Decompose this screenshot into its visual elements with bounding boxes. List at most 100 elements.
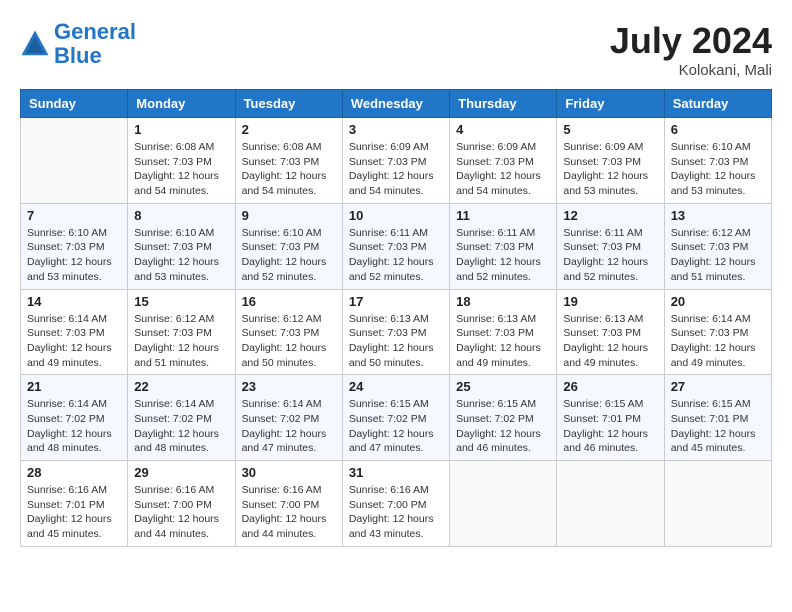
day-number: 16 [242,294,336,309]
calendar-cell [557,461,664,547]
day-number: 28 [27,465,121,480]
calendar-cell: 6 Sunrise: 6:10 AM Sunset: 7:03 PM Daylig… [664,118,771,204]
day-number: 27 [671,379,765,394]
calendar-cell: 10 Sunrise: 6:11 AM Sunset: 7:03 PM Dayli… [342,203,449,289]
day-info: Sunrise: 6:10 AM Sunset: 7:03 PM Dayligh… [134,226,228,285]
day-info: Sunrise: 6:09 AM Sunset: 7:03 PM Dayligh… [349,140,443,199]
location: Kolokani, Mali [610,62,772,79]
day-info: Sunrise: 6:12 AM Sunset: 7:03 PM Dayligh… [134,312,228,371]
day-number: 23 [242,379,336,394]
day-number: 31 [349,465,443,480]
calendar-table: SundayMondayTuesdayWednesdayThursdayFrid… [20,89,772,547]
day-info: Sunrise: 6:11 AM Sunset: 7:03 PM Dayligh… [349,226,443,285]
day-info: Sunrise: 6:13 AM Sunset: 7:03 PM Dayligh… [456,312,550,371]
day-info: Sunrise: 6:11 AM Sunset: 7:03 PM Dayligh… [456,226,550,285]
day-number: 15 [134,294,228,309]
calendar-cell [664,461,771,547]
day-number: 26 [563,379,657,394]
day-number: 29 [134,465,228,480]
calendar-cell [450,461,557,547]
calendar-cell: 7 Sunrise: 6:10 AM Sunset: 7:03 PM Daylig… [21,203,128,289]
calendar-cell: 23 Sunrise: 6:14 AM Sunset: 7:02 PM Dayli… [235,375,342,461]
calendar-week-5: 28 Sunrise: 6:16 AM Sunset: 7:01 PM Dayli… [21,461,772,547]
header-cell-saturday: Saturday [664,90,771,118]
calendar-cell: 16Sunrise: 6:12 AM Sunset: 7:03 PM Dayli… [235,289,342,375]
calendar-cell: 20 Sunrise: 6:14 AM Sunset: 7:03 PM Dayli… [664,289,771,375]
calendar-cell: 30Sunrise: 6:16 AM Sunset: 7:00 PM Dayli… [235,461,342,547]
day-info: Sunrise: 6:11 AM Sunset: 7:03 PM Dayligh… [563,226,657,285]
day-number: 1 [134,122,228,137]
calendar-cell: 11Sunrise: 6:11 AM Sunset: 7:03 PM Dayli… [450,203,557,289]
day-number: 25 [456,379,550,394]
day-number: 8 [134,208,228,223]
day-info: Sunrise: 6:12 AM Sunset: 7:03 PM Dayligh… [671,226,765,285]
logo: General Blue [20,20,136,68]
day-info: Sunrise: 6:08 AM Sunset: 7:03 PM Dayligh… [242,140,336,199]
day-info: Sunrise: 6:08 AM Sunset: 7:03 PM Dayligh… [134,140,228,199]
day-number: 12 [563,208,657,223]
calendar-cell: 12 Sunrise: 6:11 AM Sunset: 7:03 PM Dayli… [557,203,664,289]
day-info: Sunrise: 6:13 AM Sunset: 7:03 PM Dayligh… [563,312,657,371]
logo-icon [20,29,50,59]
calendar-cell: 25 Sunrise: 6:15 AM Sunset: 7:02 PM Dayli… [450,375,557,461]
day-number: 2 [242,122,336,137]
day-number: 13 [671,208,765,223]
header-cell-wednesday: Wednesday [342,90,449,118]
day-info: Sunrise: 6:14 AM Sunset: 7:02 PM Dayligh… [242,397,336,456]
day-number: 17 [349,294,443,309]
calendar-cell: 5 Sunrise: 6:09 AM Sunset: 7:03 PM Daylig… [557,118,664,204]
calendar-cell: 26 Sunrise: 6:15 AM Sunset: 7:01 PM Dayli… [557,375,664,461]
day-info: Sunrise: 6:10 AM Sunset: 7:03 PM Dayligh… [242,226,336,285]
calendar-week-4: 21 Sunrise: 6:14 AM Sunset: 7:02 PM Dayli… [21,375,772,461]
day-info: Sunrise: 6:16 AM Sunset: 7:01 PM Dayligh… [27,483,121,542]
day-number: 18 [456,294,550,309]
header-cell-thursday: Thursday [450,90,557,118]
calendar-week-3: 14 Sunrise: 6:14 AM Sunset: 7:03 PM Dayli… [21,289,772,375]
calendar-cell: 21 Sunrise: 6:14 AM Sunset: 7:02 PM Dayli… [21,375,128,461]
calendar-cell: 1 Sunrise: 6:08 AM Sunset: 7:03 PM Daylig… [128,118,235,204]
day-info: Sunrise: 6:15 AM Sunset: 7:01 PM Dayligh… [563,397,657,456]
day-info: Sunrise: 6:16 AM Sunset: 7:00 PM Dayligh… [349,483,443,542]
day-number: 10 [349,208,443,223]
calendar-cell: 27Sunrise: 6:15 AM Sunset: 7:01 PM Dayli… [664,375,771,461]
calendar-week-2: 7 Sunrise: 6:10 AM Sunset: 7:03 PM Daylig… [21,203,772,289]
logo-text: General Blue [54,20,136,68]
calendar-cell: 22Sunrise: 6:14 AM Sunset: 7:02 PM Dayli… [128,375,235,461]
calendar-cell: 4Sunrise: 6:09 AM Sunset: 7:03 PM Daylig… [450,118,557,204]
header-cell-sunday: Sunday [21,90,128,118]
header-cell-tuesday: Tuesday [235,90,342,118]
day-number: 3 [349,122,443,137]
day-info: Sunrise: 6:15 AM Sunset: 7:02 PM Dayligh… [456,397,550,456]
month-title: July 2024 [610,20,772,62]
day-info: Sunrise: 6:13 AM Sunset: 7:03 PM Dayligh… [349,312,443,371]
calendar-cell: 14 Sunrise: 6:14 AM Sunset: 7:03 PM Dayli… [21,289,128,375]
calendar-cell: 24 Sunrise: 6:15 AM Sunset: 7:02 PM Dayli… [342,375,449,461]
day-number: 24 [349,379,443,394]
day-number: 19 [563,294,657,309]
calendar-cell: 3 Sunrise: 6:09 AM Sunset: 7:03 PM Daylig… [342,118,449,204]
day-number: 6 [671,122,765,137]
calendar-cell: 13 Sunrise: 6:12 AM Sunset: 7:03 PM Dayli… [664,203,771,289]
day-number: 22 [134,379,228,394]
day-info: Sunrise: 6:14 AM Sunset: 7:03 PM Dayligh… [671,312,765,371]
day-info: Sunrise: 6:16 AM Sunset: 7:00 PM Dayligh… [134,483,228,542]
calendar-cell: 17 Sunrise: 6:13 AM Sunset: 7:03 PM Dayli… [342,289,449,375]
calendar-cell: 29 Sunrise: 6:16 AM Sunset: 7:00 PM Dayli… [128,461,235,547]
day-number: 21 [27,379,121,394]
calendar-cell: 18 Sunrise: 6:13 AM Sunset: 7:03 PM Dayli… [450,289,557,375]
calendar-cell: 28 Sunrise: 6:16 AM Sunset: 7:01 PM Dayli… [21,461,128,547]
day-number: 9 [242,208,336,223]
day-info: Sunrise: 6:09 AM Sunset: 7:03 PM Dayligh… [563,140,657,199]
day-info: Sunrise: 6:15 AM Sunset: 7:02 PM Dayligh… [349,397,443,456]
day-number: 5 [563,122,657,137]
day-number: 20 [671,294,765,309]
day-number: 7 [27,208,121,223]
day-info: Sunrise: 6:10 AM Sunset: 7:03 PM Dayligh… [671,140,765,199]
calendar-cell: 31 Sunrise: 6:16 AM Sunset: 7:00 PM Dayli… [342,461,449,547]
day-info: Sunrise: 6:10 AM Sunset: 7:03 PM Dayligh… [27,226,121,285]
day-number: 14 [27,294,121,309]
day-info: Sunrise: 6:14 AM Sunset: 7:02 PM Dayligh… [27,397,121,456]
day-number: 30 [242,465,336,480]
day-info: Sunrise: 6:14 AM Sunset: 7:03 PM Dayligh… [27,312,121,371]
header-cell-friday: Friday [557,90,664,118]
